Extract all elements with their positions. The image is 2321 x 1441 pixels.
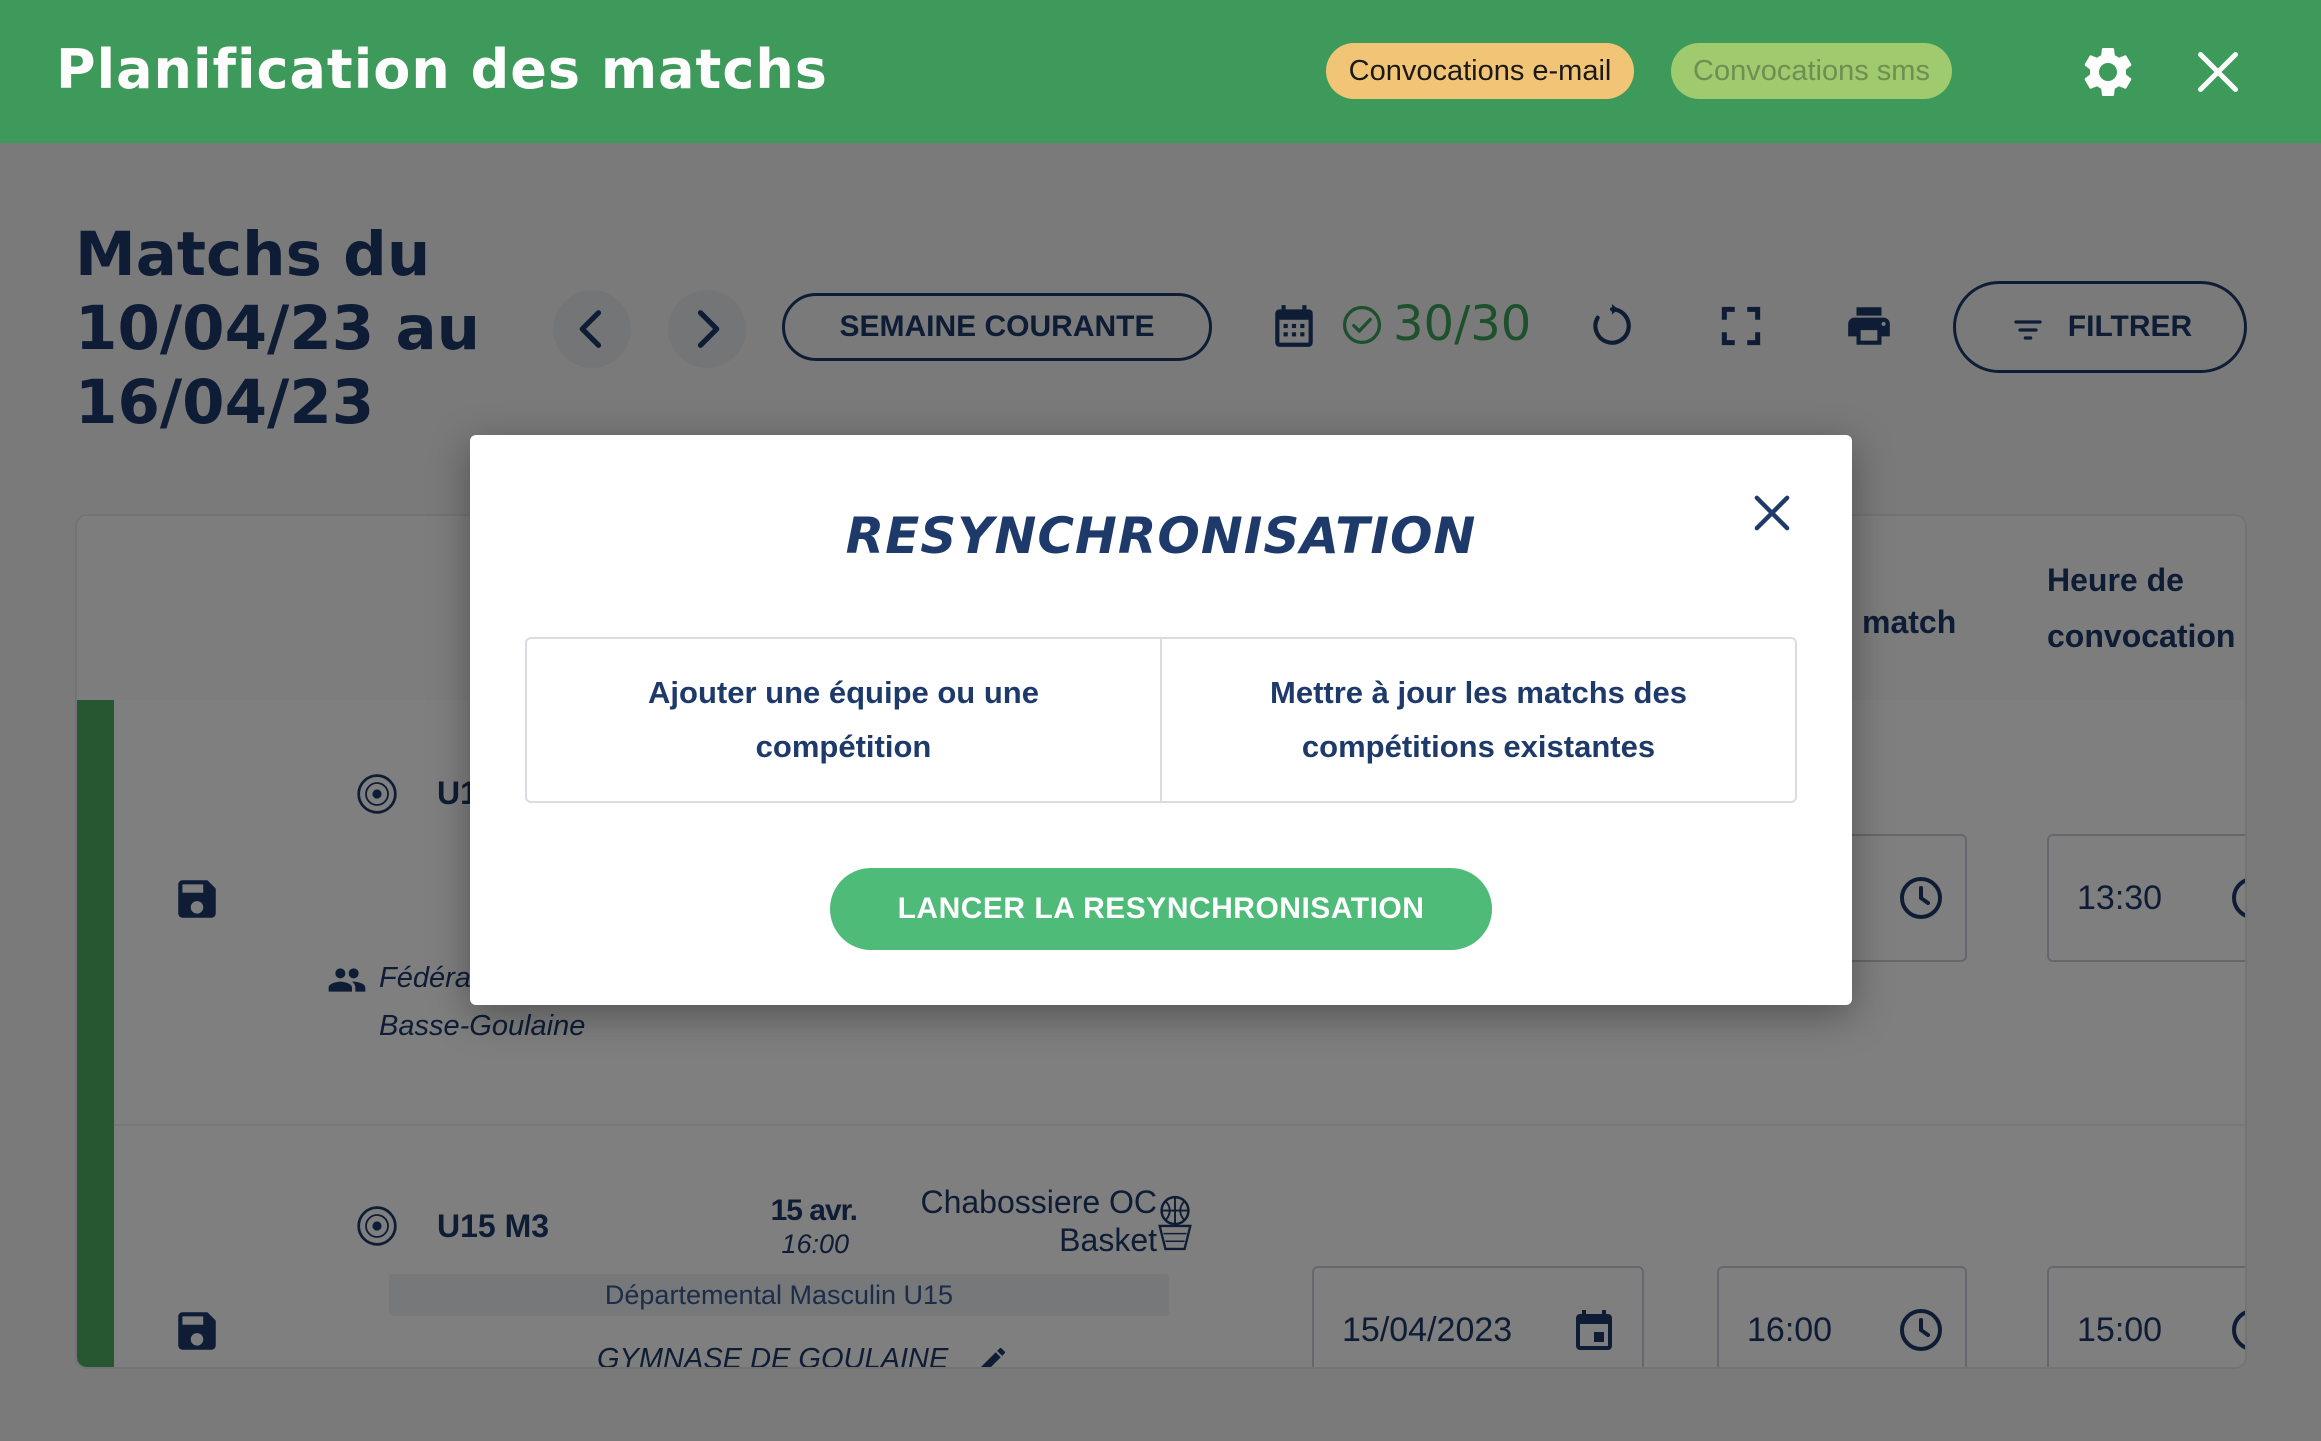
resync-options: Ajouter une équipe ou une compétition Me… xyxy=(525,637,1797,803)
top-bar: Planification des matchs Convocations e-… xyxy=(0,0,2321,143)
close-icon[interactable] xyxy=(1746,487,1798,539)
option-update-matches[interactable]: Mettre à jour les matchs des compétition… xyxy=(1160,639,1795,801)
sms-convocations-button[interactable]: Convocations sms xyxy=(1671,43,1952,99)
option-add-team[interactable]: Ajouter une équipe ou une compétition xyxy=(527,639,1160,801)
gear-icon[interactable] xyxy=(2078,42,2138,102)
email-convocations-button[interactable]: Convocations e-mail xyxy=(1326,43,1634,99)
close-icon[interactable] xyxy=(2188,42,2248,102)
app-title: Planification des matchs xyxy=(56,38,828,101)
dialog-title: RESYNCHRONISATION xyxy=(845,507,1477,565)
launch-resync-button[interactable]: LANCER LA RESYNCHRONISATION xyxy=(830,868,1492,950)
resync-dialog: RESYNCHRONISATION Ajouter une équipe ou … xyxy=(470,435,1852,1005)
